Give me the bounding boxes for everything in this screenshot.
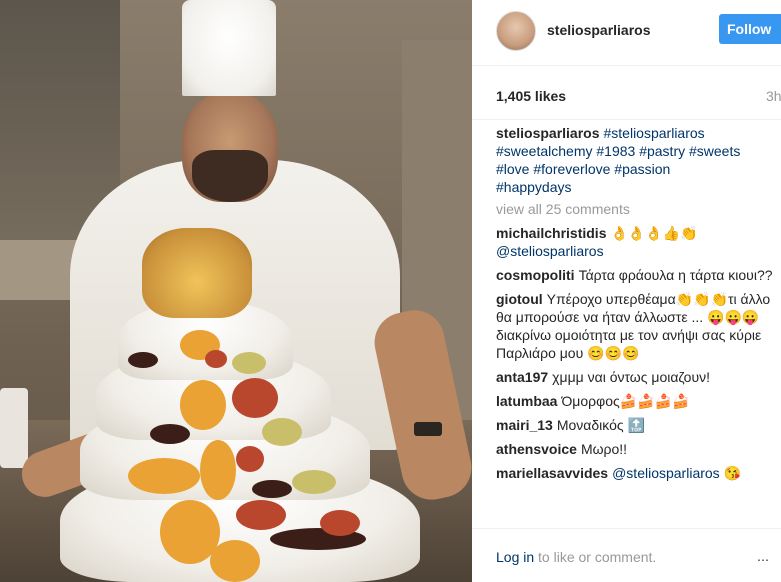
comments-list: steliosparliaros #steliosparliaros #sweet…	[496, 124, 781, 524]
comment: anta197 χμμμ ναι όντως μοιαζουν!	[496, 368, 781, 386]
wristwatch	[414, 422, 442, 436]
fruit	[180, 380, 226, 430]
post-username[interactable]: steliosparliaros	[547, 22, 651, 38]
fruit	[205, 350, 227, 368]
caption: steliosparliaros #steliosparliaros #sweet…	[496, 124, 781, 196]
comment: mairi_13 Μοναδικός 🔝	[496, 416, 781, 434]
comment: mariellasavvides @steliosparliaros 😘	[496, 464, 781, 482]
comment-username[interactable]: latumbaa	[496, 393, 557, 409]
fruit	[232, 352, 266, 374]
comment-text: χμμμ ναι όντως μοιαζουν!	[552, 369, 710, 385]
login-prompt: Log in to like or comment.	[496, 549, 656, 565]
chef-beard	[192, 150, 268, 202]
comment-username[interactable]: athensvoice	[496, 441, 577, 457]
comment-text: Μοναδικός 🔝	[556, 417, 645, 433]
comment: athensvoice Μωρο!!	[496, 440, 781, 458]
comment-username[interactable]: steliosparliaros	[496, 125, 600, 141]
comment-username[interactable]: cosmopoliti	[496, 267, 575, 283]
fruit	[320, 510, 360, 536]
post-side-panel: steliosparliaros Follow 1,405 likes 3h s…	[472, 0, 781, 582]
hashtag[interactable]: #sweetalchemy #1983 #pastry #sweets	[496, 143, 740, 159]
fruit	[262, 418, 302, 446]
hashtag[interactable]: #happydays	[496, 179, 572, 195]
comment: michailchristidis 👌👌👌👍👏 @steliosparliaros	[496, 224, 781, 260]
pineapple-topper	[142, 228, 252, 318]
fruit	[200, 440, 236, 500]
comment: latumbaa Όμορφος🍰🍰🍰🍰	[496, 392, 781, 410]
comment-text: 👌👌👌👍👏	[610, 225, 698, 241]
fruit	[252, 480, 292, 498]
login-prompt-text: to like or comment.	[534, 549, 657, 565]
hashtag[interactable]: #steliosparliaros	[604, 125, 705, 141]
comment: giotoul Υπέροχο υπερθέαμα👏👏👏τι άλλο θα μπ…	[496, 290, 781, 362]
fruit	[232, 378, 278, 418]
fruit	[236, 446, 264, 472]
comment-text: Μωρο!!	[580, 441, 628, 457]
post-footer: Log in to like or comment. ⋯	[472, 528, 781, 582]
fruit	[210, 540, 260, 582]
login-link[interactable]: Log in	[496, 549, 534, 565]
avatar[interactable]	[496, 11, 536, 51]
fruit	[236, 500, 286, 530]
more-options-icon[interactable]: ⋯	[757, 553, 770, 567]
comment-text: Τάρτα φράουλα η τάρτα κιουι??	[578, 267, 773, 283]
fruit	[150, 424, 190, 444]
follow-button[interactable]: Follow	[719, 14, 781, 44]
comment-text: Όμορφος🍰🍰🍰🍰	[561, 393, 690, 409]
comment-username[interactable]: mairi_13	[496, 417, 553, 433]
chef-hat	[182, 0, 276, 96]
view-all-comments-link[interactable]: view all 25 comments	[496, 200, 781, 218]
comment: cosmopoliti Τάρτα φράουλα η τάρτα κιουι??	[496, 266, 781, 284]
likes-row: 1,405 likes 3h	[472, 66, 781, 120]
mention[interactable]: @steliosparliaros	[496, 243, 604, 259]
fruit	[128, 352, 158, 368]
comment-username[interactable]: michailchristidis	[496, 225, 606, 241]
comment-username[interactable]: anta197	[496, 369, 548, 385]
comment-username[interactable]: mariellasavvides	[496, 465, 608, 481]
hashtag[interactable]: #love #foreverlove #passion	[496, 161, 670, 177]
mention[interactable]: @steliosparliaros 😘	[612, 465, 741, 481]
fruit	[292, 470, 336, 494]
photo-bucket	[0, 388, 28, 468]
fruit	[128, 458, 200, 494]
likes-count[interactable]: 1,405 likes	[496, 88, 566, 104]
comment-username[interactable]: giotoul	[496, 291, 543, 307]
post-time[interactable]: 3h	[766, 88, 781, 104]
post-header: steliosparliaros Follow	[472, 0, 781, 66]
post-photo	[0, 0, 472, 582]
